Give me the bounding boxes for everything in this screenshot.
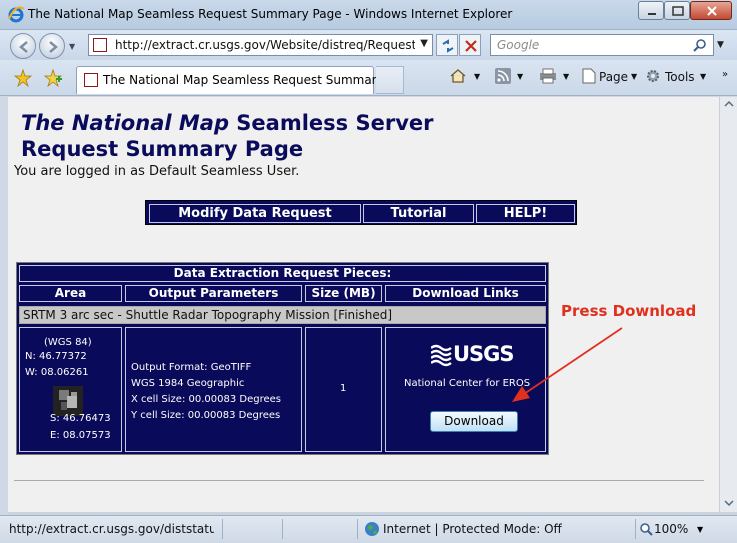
request-pieces-table: Data Extraction Request Pieces: Area Out… (16, 262, 549, 455)
column-header-area: Area (19, 285, 122, 302)
home-dropdown[interactable]: ▼ (474, 72, 480, 81)
status-bar: http://extract.cr.usgs.gov/diststatus/se… (0, 515, 737, 543)
minimize-icon (648, 13, 656, 15)
zoom-dropdown-icon[interactable]: ▼ (697, 525, 703, 534)
window-title: The National Map Seamless Request Summar… (28, 7, 513, 21)
maximize-icon (672, 6, 684, 16)
toolbar-overflow-icon[interactable]: » (722, 69, 728, 80)
zoom-icon[interactable] (639, 522, 653, 536)
page-title: The National Map Seamless Server Request… (21, 111, 434, 161)
add-favorites-icon[interactable] (44, 69, 62, 87)
size-cell: 1 (305, 327, 382, 452)
page-icon (582, 68, 596, 84)
print-icon[interactable] (539, 68, 557, 84)
area-west: W: 08.06261 (25, 367, 89, 378)
area-datum: (WGS 84) (44, 337, 92, 348)
gear-icon (647, 70, 659, 82)
feeds-icon[interactable] (495, 68, 511, 84)
modify-data-request-link[interactable]: Modify Data Request (149, 204, 361, 223)
refresh-button[interactable] (436, 34, 458, 56)
tab-bar: The National Map Seamless Request Summar… (0, 60, 737, 96)
search-box[interactable]: Google (490, 34, 714, 56)
forward-button[interactable] (39, 33, 65, 59)
area-south: S: 46.76473 (50, 413, 111, 424)
search-input[interactable]: Google (497, 38, 539, 52)
output-x-cell-size: X cell Size: 00.00083 Degrees (131, 394, 281, 405)
navigation-bar: ▼ http://extract.cr.usgs.gov/Website/dis… (0, 30, 737, 60)
press-download-annotation: Press Download (561, 302, 697, 320)
address-dropdown-icon[interactable]: ▼ (420, 38, 428, 49)
security-zone-label: Internet | Protected Mode: Off (383, 522, 562, 536)
ie-logo-icon (8, 6, 25, 23)
back-button[interactable] (10, 33, 36, 59)
output-parameters-cell: Output Format: GeoTIFF WGS 1984 Geograph… (125, 327, 302, 452)
output-format: Output Format: GeoTIFF (131, 362, 252, 373)
tab-label: The National Map Seamless Request Summar… (103, 73, 405, 87)
action-menu: Modify Data Request Tutorial HELP! (145, 200, 577, 225)
tab-favicon-icon (84, 73, 98, 87)
status-separator (357, 519, 358, 539)
column-header-download: Download Links (385, 285, 546, 302)
close-window-button[interactable] (690, 1, 732, 20)
back-arrow-icon (19, 41, 28, 53)
divider (14, 480, 704, 481)
maximize-button[interactable] (664, 1, 690, 20)
stop-button[interactable] (459, 34, 481, 56)
page-menu-button[interactable]: Page (599, 70, 628, 84)
page-dropdown-icon[interactable]: ▼ (631, 72, 637, 81)
tools-dropdown-icon[interactable]: ▼ (700, 72, 706, 81)
help-link[interactable]: HELP! (476, 204, 575, 223)
status-separator (222, 519, 223, 539)
status-separator (635, 519, 636, 539)
new-tab-button[interactable] (376, 66, 404, 94)
address-url[interactable]: http://extract.cr.usgs.gov/Website/distr… (115, 38, 415, 52)
tab-request-summary[interactable]: The National Map Seamless Request Summar… (76, 66, 404, 94)
table-caption: Data Extraction Request Pieces: (19, 265, 546, 282)
column-header-size: Size (MB) (305, 285, 382, 302)
forward-arrow-icon (49, 41, 58, 53)
vertical-scrollbar[interactable] (719, 97, 737, 512)
feeds-dropdown[interactable]: ▼ (517, 72, 523, 81)
home-icon[interactable] (449, 67, 467, 85)
recent-pages-dropdown[interactable]: ▼ (69, 42, 75, 51)
refresh-icon (442, 39, 454, 53)
output-projection: WGS 1984 Geographic (131, 378, 245, 389)
page-content: The National Map Seamless Server Request… (8, 97, 719, 512)
area-north: N: 46.77372 (25, 351, 87, 362)
output-y-cell-size: Y cell Size: 00.00083 Degrees (131, 410, 281, 421)
favorites-star-icon[interactable] (14, 69, 32, 87)
status-url: http://extract.cr.usgs.gov/diststatus/se (9, 522, 214, 536)
minimize-button[interactable] (638, 1, 664, 20)
area-east: E: 08.07573 (50, 430, 111, 441)
stop-icon (465, 40, 477, 52)
area-cell: (WGS 84) N: 46.77372 W: 08.06261 S: 46.7… (19, 327, 122, 452)
annotation-arrow-icon (512, 327, 623, 402)
column-header-output: Output Parameters (125, 285, 302, 302)
search-options-dropdown[interactable]: ▼ (717, 40, 724, 50)
print-dropdown[interactable]: ▼ (563, 72, 569, 81)
zoom-level[interactable]: 100% (654, 522, 688, 536)
size-value: 1 (340, 383, 347, 394)
close-icon (707, 6, 717, 16)
title-bar: The National Map Seamless Request Summar… (0, 0, 737, 30)
page-favicon-icon (93, 38, 107, 52)
download-button[interactable]: Download (430, 411, 518, 432)
status-separator (282, 519, 283, 539)
address-bar[interactable]: http://extract.cr.usgs.gov/Website/distr… (88, 34, 433, 56)
tutorial-link[interactable]: Tutorial (363, 204, 474, 223)
area-thumbnail (53, 386, 83, 416)
dataset-row: SRTM 3 arc sec - Shuttle Radar Topograph… (19, 306, 546, 324)
globe-icon (365, 522, 379, 536)
login-status: You are logged in as Default Seamless Us… (14, 164, 300, 179)
tools-menu-button[interactable]: Tools (665, 70, 695, 84)
search-icon[interactable] (693, 38, 707, 52)
